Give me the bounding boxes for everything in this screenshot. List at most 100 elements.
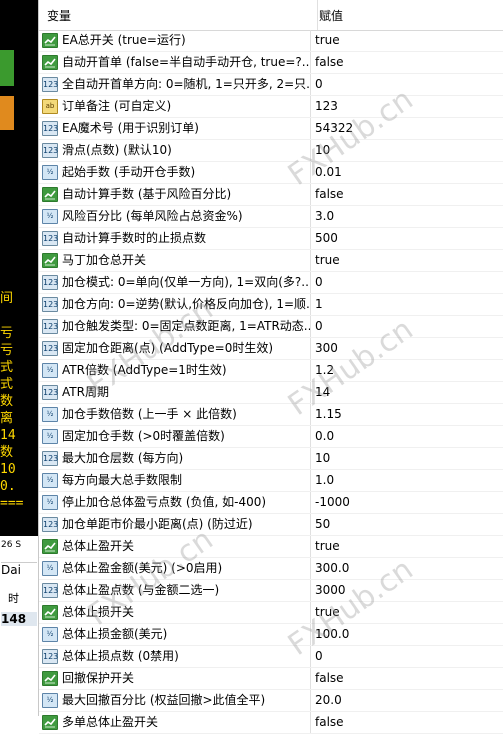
- param-name: 最大加仓层数 (每方向): [62, 451, 184, 465]
- param-row[interactable]: ½ 风险百分比 (每单风险占总资金%) 3.0: [39, 206, 503, 228]
- param-row[interactable]: 123 固定加仓距离(点) (AddType=0时生效) 300: [39, 338, 503, 360]
- column-divider: [310, 360, 311, 381]
- param-row[interactable]: ½ 总体止盈金额(美元) (>0启用) 300.0: [39, 558, 503, 580]
- param-row[interactable]: ½ 停止加仓总体盈亏点数 (负值, 如-400) -1000: [39, 492, 503, 514]
- param-row[interactable]: 123 ATR周期 14: [39, 382, 503, 404]
- param-value[interactable]: 0: [315, 272, 495, 293]
- param-value[interactable]: 0.01: [315, 162, 495, 183]
- integer-icon: 123: [42, 231, 58, 246]
- param-value[interactable]: true: [315, 602, 495, 623]
- double-icon: ½: [42, 429, 58, 444]
- param-value[interactable]: 0.0: [315, 426, 495, 447]
- param-row[interactable]: 多单总体止盈开关 false: [39, 712, 503, 734]
- param-value[interactable]: 123: [315, 96, 495, 117]
- strip-time-label: 26 S: [1, 540, 22, 550]
- chart-green-button[interactable]: [0, 50, 14, 86]
- param-row[interactable]: 123 加仓模式: 0=单向(仅单一方向), 1=双向(多?... 0: [39, 272, 503, 294]
- param-row[interactable]: 自动计算手数 (基于风险百分比) false: [39, 184, 503, 206]
- integer-icon: 123: [42, 649, 58, 664]
- param-value[interactable]: true: [315, 536, 495, 557]
- param-name: 最大回撤百分比 (权益回撤>此值全平): [62, 693, 266, 707]
- param-row[interactable]: 总体止盈开关 true: [39, 536, 503, 558]
- param-value[interactable]: 1.0: [315, 470, 495, 491]
- column-divider: [310, 228, 311, 249]
- param-row[interactable]: ½ 起始手数 (手动开仓手数) 0.01: [39, 162, 503, 184]
- param-row[interactable]: 123 总体止损点数 (0禁用) 0: [39, 646, 503, 668]
- param-row[interactable]: ½ ATR倍数 (AddType=1时生效) 1.2: [39, 360, 503, 382]
- param-value[interactable]: 500: [315, 228, 495, 249]
- param-value[interactable]: 300: [315, 338, 495, 359]
- param-value[interactable]: 50: [315, 514, 495, 535]
- column-divider: [310, 668, 311, 689]
- param-row[interactable]: EA总开关 (true=运行) true: [39, 30, 503, 52]
- param-value[interactable]: 0: [315, 316, 495, 337]
- param-name: 起始手数 (手动开仓手数): [62, 165, 196, 179]
- param-row[interactable]: 总体止损开关 true: [39, 602, 503, 624]
- param-row[interactable]: 123 全自动开首单方向: 0=随机, 1=只开多, 2=只... 0: [39, 74, 503, 96]
- param-name: 自动计算手数 (基于风险百分比): [62, 187, 232, 201]
- param-row[interactable]: ab 订单备注 (可自定义) 123: [39, 96, 503, 118]
- param-name: 固定加仓手数 (>0时覆盖倍数): [62, 429, 225, 443]
- param-value[interactable]: 3.0: [315, 206, 495, 227]
- param-value[interactable]: true: [315, 30, 495, 51]
- param-row[interactable]: 123 自动计算手数时的止损点数 500: [39, 228, 503, 250]
- column-divider: [310, 272, 311, 293]
- param-row[interactable]: ½ 最大回撤百分比 (权益回撤>此值全平) 20.0: [39, 690, 503, 712]
- param-row[interactable]: ½ 固定加仓手数 (>0时覆盖倍数) 0.0: [39, 426, 503, 448]
- param-name: 固定加仓距离(点) (AddType=0时生效): [62, 341, 274, 355]
- param-value[interactable]: 1.2: [315, 360, 495, 381]
- param-row[interactable]: 马丁加仓总开关 true: [39, 250, 503, 272]
- chart-orange-button[interactable]: [0, 96, 14, 130]
- param-value[interactable]: 3000: [315, 580, 495, 601]
- column-divider: [310, 96, 311, 117]
- param-row[interactable]: 123 总体止盈点数 (与金额二选一) 3000: [39, 580, 503, 602]
- column-divider: [310, 646, 311, 667]
- integer-icon: 123: [42, 517, 58, 532]
- param-value[interactable]: false: [315, 712, 495, 733]
- param-row[interactable]: ½ 总体止损金额(美元) 100.0: [39, 624, 503, 646]
- param-name: 加仓单距市价最小距离(点) (防过近): [62, 517, 253, 531]
- param-name: 加仓模式: 0=单向(仅单一方向), 1=双向(多?...: [62, 275, 310, 289]
- param-value[interactable]: 0: [315, 646, 495, 667]
- strip-fragment: ===: [0, 496, 24, 511]
- column-divider: [310, 624, 311, 645]
- param-row[interactable]: 123 EA魔术号 (用于识别订单) 54322: [39, 118, 503, 140]
- strip-column-label: 时: [8, 592, 19, 605]
- param-row[interactable]: 回撤保护开关 false: [39, 668, 503, 690]
- param-row[interactable]: 123 最大加仓层数 (每方向) 10: [39, 448, 503, 470]
- param-value[interactable]: 54322: [315, 118, 495, 139]
- param-row[interactable]: 自动开首单 (false=半自动手动开仓, true=?... false: [39, 52, 503, 74]
- header-variable[interactable]: 变量: [39, 0, 318, 30]
- param-value[interactable]: false: [315, 668, 495, 689]
- param-value[interactable]: 1: [315, 294, 495, 315]
- param-row[interactable]: 123 滑点(点数) (默认10) 10: [39, 140, 503, 162]
- param-value[interactable]: 14: [315, 382, 495, 403]
- param-name: 订单备注 (可自定义): [62, 99, 172, 113]
- param-row[interactable]: ½ 加仓手数倍数 (上一手 × 此倍数) 1.15: [39, 404, 503, 426]
- param-row[interactable]: ½ 每方向最大总手数限制 1.0: [39, 470, 503, 492]
- param-value[interactable]: false: [315, 184, 495, 205]
- param-row[interactable]: 123 加仓触发类型: 0=固定点数距离, 1=ATR动态... 0: [39, 316, 503, 338]
- double-icon: ½: [42, 407, 58, 422]
- param-value[interactable]: true: [315, 250, 495, 271]
- param-value[interactable]: 100.0: [315, 624, 495, 645]
- inputs-panel: 变量 赋值 EA总开关 (true=运行) true 自动开首单 (false=半自…: [38, 0, 503, 734]
- integer-icon: 123: [42, 341, 58, 356]
- param-value[interactable]: 10: [315, 448, 495, 469]
- strip-tab-label[interactable]: Dai: [1, 562, 37, 577]
- param-value[interactable]: false: [315, 52, 495, 73]
- param-value[interactable]: 1.15: [315, 404, 495, 425]
- integer-icon: 123: [42, 143, 58, 158]
- param-name: 总体止盈开关: [62, 539, 135, 553]
- param-value[interactable]: 20.0: [315, 690, 495, 711]
- param-name: 回撤保护开关: [62, 671, 135, 685]
- param-row[interactable]: 123 加仓单距市价最小距离(点) (防过近) 50: [39, 514, 503, 536]
- param-value[interactable]: -1000: [315, 492, 495, 513]
- param-value[interactable]: 10: [315, 140, 495, 161]
- param-value[interactable]: 300.0: [315, 558, 495, 579]
- param-name: 滑点(点数) (默认10): [62, 143, 172, 157]
- header-value[interactable]: 赋值: [311, 0, 499, 30]
- column-divider: [310, 382, 311, 403]
- param-value[interactable]: 0: [315, 74, 495, 95]
- param-row[interactable]: 123 加仓方向: 0=逆势(默认,价格反向加仓), 1=顺... 1: [39, 294, 503, 316]
